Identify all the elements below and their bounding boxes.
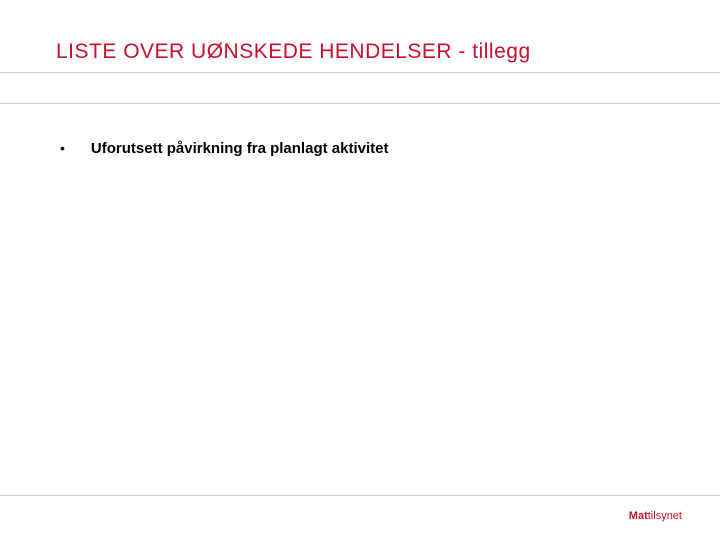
bullet-marker: • [60,140,65,156]
brand-bold: Mat [629,510,648,522]
slide: LISTE OVER UØNSKEDE HENDELSER - tillegg … [0,0,720,540]
footer-logo: Mattilsynet [629,510,682,522]
bullet-text: Uforutsett påvirkning fra planlagt aktiv… [91,140,389,157]
page-title: LISTE OVER UØNSKEDE HENDELSER - tillegg [56,40,531,64]
divider [0,72,720,73]
brand-light: tilsynet [648,510,682,522]
divider [0,103,720,104]
list-item: • Uforutsett påvirkning fra planlagt akt… [60,140,388,157]
divider [0,495,720,496]
